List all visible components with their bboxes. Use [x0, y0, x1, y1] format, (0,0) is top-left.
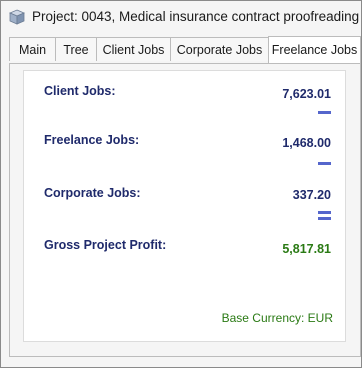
project-window: Project: 0043, Medical insurance contrac…: [0, 0, 362, 368]
title-bar: Project: 0043, Medical insurance contrac…: [1, 1, 361, 34]
tab-corporate-jobs[interactable]: Corporate Jobs: [170, 37, 269, 61]
minus-icon: [318, 162, 331, 165]
tab-client-jobs[interactable]: Client Jobs: [96, 37, 171, 61]
base-currency-label: Base Currency: EUR: [221, 311, 333, 325]
corporate-jobs-label: Corporate Jobs:: [44, 186, 141, 200]
tab-panel: Client Jobs: 7,623.01 Freelance Jobs: 1,…: [9, 63, 361, 357]
freelance-jobs-value: 1,468.00: [282, 136, 331, 150]
client-jobs-value: 7,623.01: [282, 87, 331, 101]
project-box-icon: [9, 9, 25, 25]
window-title: Project: 0043, Medical insurance contrac…: [32, 9, 360, 24]
tab-freelance-jobs[interactable]: Freelance Jobs: [268, 36, 361, 63]
tab-tree[interactable]: Tree: [55, 37, 97, 61]
profit-summary-card: Client Jobs: 7,623.01 Freelance Jobs: 1,…: [23, 70, 346, 342]
corporate-jobs-value: 337.20: [292, 188, 331, 202]
tab-bar: Main Tree Client Jobs Corporate Jobs Fre…: [9, 36, 361, 63]
freelance-jobs-label: Freelance Jobs:: [44, 133, 140, 147]
tab-main[interactable]: Main: [9, 37, 56, 61]
equals-icon: [318, 211, 331, 220]
gross-profit-value: 5,817.81: [282, 242, 331, 256]
gross-profit-label: Gross Project Profit:: [44, 238, 167, 252]
minus-icon: [318, 111, 331, 114]
client-jobs-label: Client Jobs:: [44, 84, 116, 98]
